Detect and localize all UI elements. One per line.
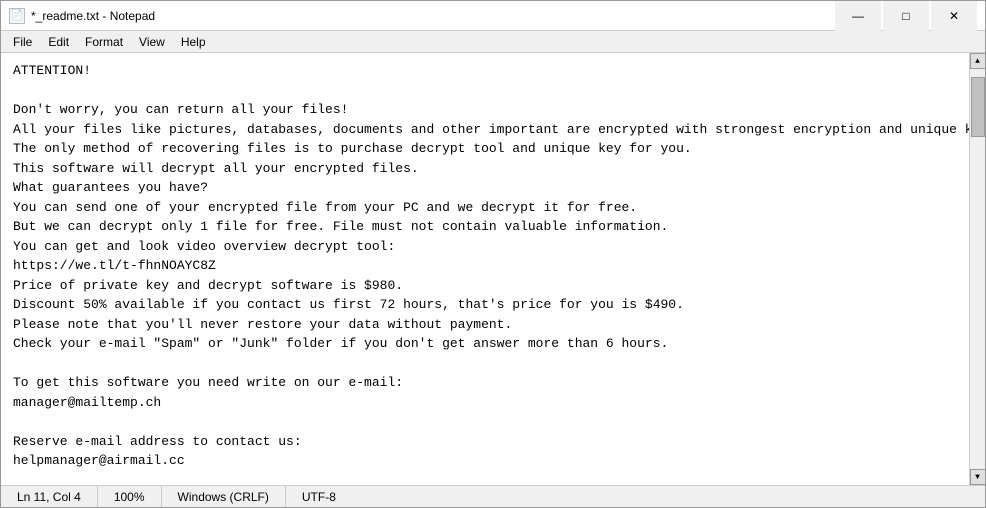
line-ending: Windows (CRLF) bbox=[162, 486, 286, 507]
scroll-track[interactable] bbox=[970, 69, 985, 469]
zoom-level: 100% bbox=[98, 486, 162, 507]
status-bar: Ln 11, Col 4 100% Windows (CRLF) UTF-8 bbox=[1, 485, 985, 507]
title-controls: — □ ✕ bbox=[835, 1, 977, 31]
menu-view[interactable]: View bbox=[131, 33, 173, 51]
scroll-down-button[interactable]: ▼ bbox=[970, 469, 986, 485]
menu-help[interactable]: Help bbox=[173, 33, 214, 51]
menu-edit[interactable]: Edit bbox=[40, 33, 77, 51]
content-area: ▲ ▼ bbox=[1, 53, 985, 485]
menu-file[interactable]: File bbox=[5, 33, 40, 51]
menu-format[interactable]: Format bbox=[77, 33, 131, 51]
minimize-button[interactable]: — bbox=[835, 1, 881, 31]
vertical-scrollbar[interactable]: ▲ ▼ bbox=[969, 53, 985, 485]
encoding: UTF-8 bbox=[286, 486, 352, 507]
app-icon: 📄 bbox=[9, 8, 25, 24]
text-editor[interactable] bbox=[1, 53, 969, 485]
menu-bar: File Edit Format View Help bbox=[1, 31, 985, 53]
cursor-position: Ln 11, Col 4 bbox=[9, 486, 98, 507]
scroll-thumb[interactable] bbox=[971, 77, 985, 137]
window-title: *_readme.txt - Notepad bbox=[31, 9, 155, 23]
scroll-up-button[interactable]: ▲ bbox=[970, 53, 986, 69]
notepad-window: 📄 *_readme.txt - Notepad — □ ✕ File Edit… bbox=[0, 0, 986, 508]
close-button[interactable]: ✕ bbox=[931, 1, 977, 31]
title-bar-left: 📄 *_readme.txt - Notepad bbox=[9, 8, 155, 24]
maximize-button[interactable]: □ bbox=[883, 1, 929, 31]
title-bar: 📄 *_readme.txt - Notepad — □ ✕ bbox=[1, 1, 985, 31]
